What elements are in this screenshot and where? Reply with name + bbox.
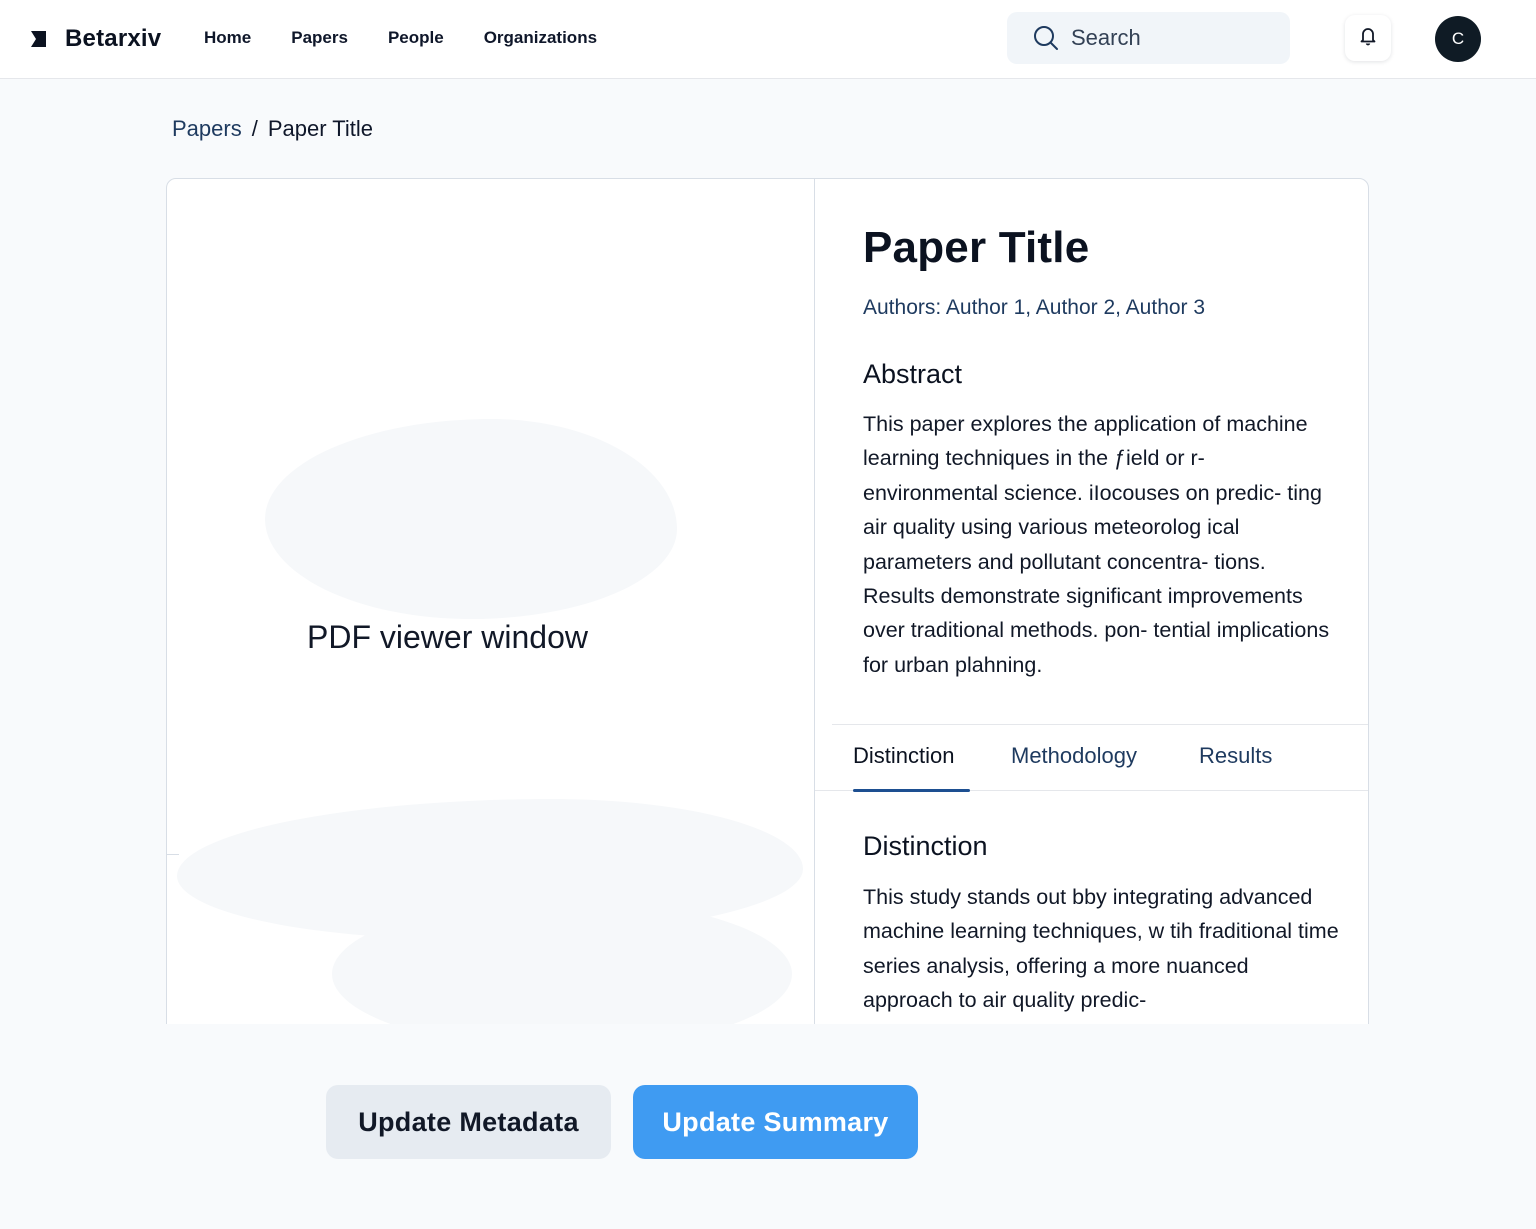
abstract-text: This paper explores the application of m… bbox=[863, 412, 1330, 677]
breadcrumb-separator: / bbox=[251, 116, 258, 141]
nav-people-link[interactable]: People bbox=[388, 26, 444, 50]
tab-distinction[interactable]: Distinction bbox=[853, 743, 954, 769]
search-icon bbox=[1033, 25, 1059, 51]
user-avatar[interactable]: C bbox=[1435, 16, 1481, 62]
breadcrumb-current: Paper Title bbox=[267, 116, 374, 141]
nav-papers-link[interactable]: Papers bbox=[291, 26, 348, 50]
main-nav: Home Papers People Organizations bbox=[204, 26, 637, 50]
paper-detail-card: PDF viewer window Paper Title Authors: A… bbox=[166, 178, 1369, 1078]
breadcrumb-papers-link[interactable]: Papers bbox=[172, 116, 242, 142]
update-summary-button[interactable]: Update Summary bbox=[633, 1085, 918, 1159]
bell-icon bbox=[1359, 26, 1377, 51]
search-input[interactable] bbox=[1069, 24, 1273, 52]
brand-name: Betarxiv bbox=[65, 25, 162, 52]
pdf-placeholder-shape bbox=[265, 419, 677, 619]
pdf-viewer-label: PDF viewer window bbox=[307, 619, 588, 655]
update-metadata-button[interactable]: Update Metadata bbox=[326, 1085, 611, 1159]
summary-tabs: Distinction Methodology Results bbox=[815, 725, 1368, 791]
pdf-divider bbox=[167, 854, 179, 855]
section-heading: Distinction bbox=[863, 831, 988, 861]
tab-results[interactable]: Results bbox=[1199, 743, 1272, 769]
active-tab-indicator bbox=[853, 789, 970, 792]
brand-logo[interactable]: Betarxiv bbox=[30, 22, 161, 56]
breadcrumb: Papers / Paper Title bbox=[172, 116, 373, 142]
nav-organizations-link[interactable]: Organizations bbox=[484, 26, 597, 50]
nav-home-link[interactable]: Home bbox=[204, 26, 251, 50]
abstract-heading: Abstract bbox=[863, 359, 963, 389]
pdf-viewer[interactable]: PDF viewer window bbox=[167, 179, 815, 1077]
paper-authors: Authors: Author 1, Author 2, Author 3 bbox=[863, 296, 1206, 319]
paper-info-panel: Paper Title Authors: Author 1, Author 2,… bbox=[815, 179, 1368, 1077]
top-navigation-bar: Betarxiv Home Papers People Organization… bbox=[0, 0, 1536, 79]
action-bar: Update Metadata Update Summary bbox=[0, 1024, 1536, 1229]
tab-methodology[interactable]: Methodology bbox=[1011, 743, 1137, 769]
section-text: This study stands out bby integrating ad… bbox=[863, 885, 1339, 1013]
betarxiv-logo-icon bbox=[30, 30, 47, 48]
notifications-button[interactable] bbox=[1345, 15, 1391, 61]
search-box[interactable] bbox=[1007, 12, 1290, 64]
paper-title: Paper Title bbox=[863, 223, 1090, 272]
